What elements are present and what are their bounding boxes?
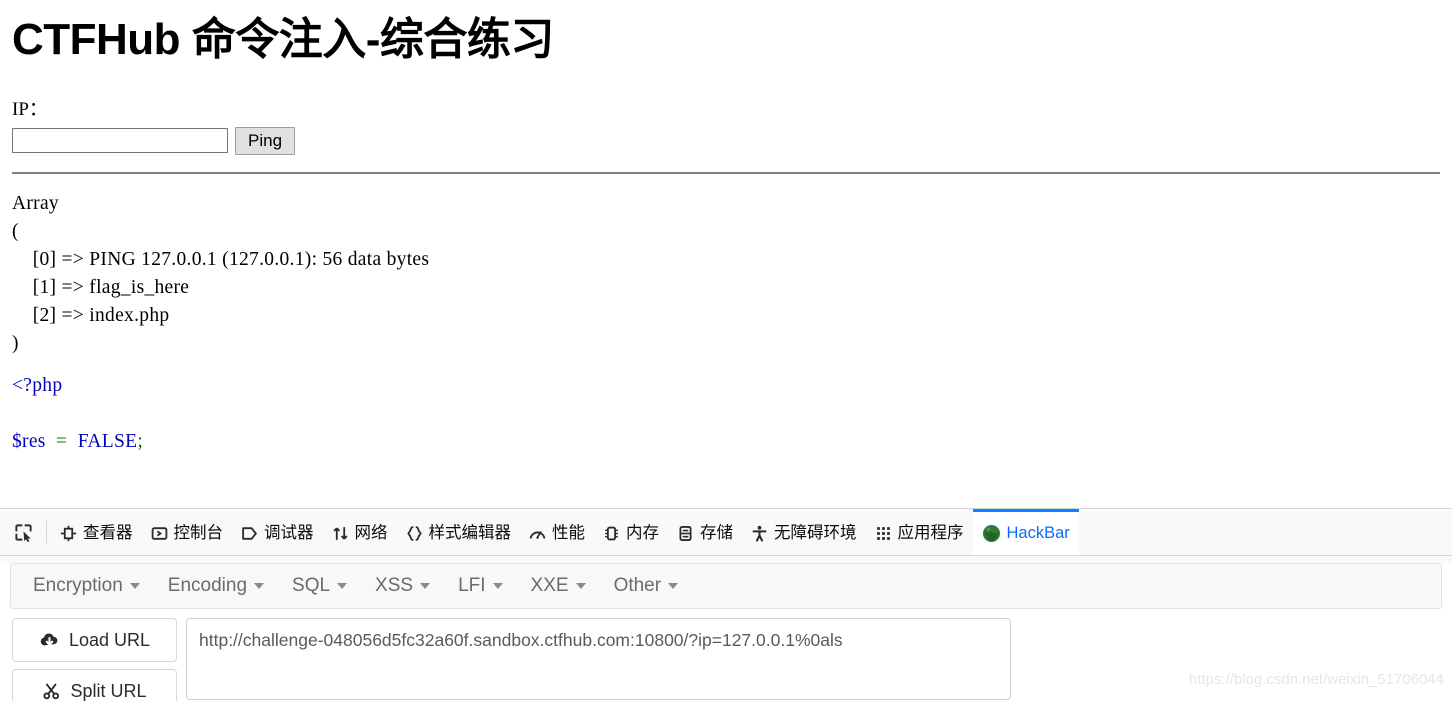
ping-button[interactable]: Ping xyxy=(235,126,296,155)
tab-console[interactable]: 控制台 xyxy=(142,509,233,555)
hackbar-menu-xxe-label: XXE xyxy=(530,575,569,596)
hackbar-panel: Encryption Encoding SQL XSS LFI XXE Othe… xyxy=(0,563,1452,701)
hackbar-menu-sql-label: SQL xyxy=(292,575,331,596)
network-icon xyxy=(332,525,349,542)
page-title: CTFHub 命令注入-综合练习 xyxy=(12,15,554,64)
tab-memory-label: 内存 xyxy=(626,524,659,543)
hackbar-menu-encryption[interactable]: Encryption xyxy=(19,564,154,608)
tab-network-label: 网络 xyxy=(354,524,388,543)
accessibility-icon xyxy=(751,525,768,542)
content-divider xyxy=(12,171,1440,174)
tab-debugger-label: 调试器 xyxy=(264,524,314,543)
chevron-down-icon xyxy=(420,583,431,589)
inspector-icon xyxy=(60,525,77,542)
tab-accessibility-label: 无障碍环境 xyxy=(774,524,857,543)
tab-style-editor-label: 样式编辑器 xyxy=(428,524,512,543)
cloud-download-icon xyxy=(39,632,60,649)
style-editor-icon xyxy=(406,525,423,542)
hackbar-menu-lfi[interactable]: LFI xyxy=(444,564,516,608)
ip-label: IP： xyxy=(12,98,48,120)
chevron-down-icon xyxy=(668,583,679,589)
tab-storage[interactable]: 存储 xyxy=(668,509,742,555)
chevron-down-icon xyxy=(492,583,503,589)
memory-icon xyxy=(603,525,620,542)
php-operator: = xyxy=(56,430,68,452)
toolbar-separator xyxy=(46,521,47,543)
hackbar-menubar: Encryption Encoding SQL XSS LFI XXE Othe… xyxy=(10,563,1442,609)
scissors-icon xyxy=(42,683,61,700)
php-terminator: ; xyxy=(137,430,144,452)
element-picker-button[interactable] xyxy=(4,509,42,555)
tab-accessibility[interactable]: 无障碍环境 xyxy=(742,509,866,555)
application-icon xyxy=(875,525,892,542)
hackbar-menu-xxe[interactable]: XXE xyxy=(517,564,600,608)
chevron-down-icon xyxy=(129,583,140,589)
tab-application-label: 应用程序 xyxy=(897,524,964,543)
page-content: CTFHub 命令注入-综合练习 IP： Ping Array ( [0] =>… xyxy=(0,0,1452,508)
tab-inspector-label: 查看器 xyxy=(83,524,133,543)
hackbar-menu-xss[interactable]: XSS xyxy=(361,564,444,608)
devtools-tabbar: 查看器 控制台 调试器 网络 样式编辑器 性能 内存 存储 无障碍环境 应用程序… xyxy=(0,509,1452,556)
php-source-output: <?php $res = FALSE; xyxy=(12,372,1440,456)
hackbar-globe-icon xyxy=(982,524,1001,543)
chevron-down-icon xyxy=(254,583,265,589)
tab-memory[interactable]: 内存 xyxy=(594,509,668,555)
tab-network[interactable]: 网络 xyxy=(323,509,397,555)
chevron-down-icon xyxy=(337,583,348,589)
tab-style-editor[interactable]: 样式编辑器 xyxy=(397,509,521,555)
hackbar-url-wrap xyxy=(186,618,1011,701)
php-variable: $res xyxy=(12,430,46,452)
hackbar-action-buttons: Load URL Split URL xyxy=(12,618,177,701)
hackbar-menu-encryption-label: Encryption xyxy=(33,575,123,596)
devtools-panel: 查看器 控制台 调试器 网络 样式编辑器 性能 内存 存储 无障碍环境 应用程序… xyxy=(0,508,1452,701)
hackbar-menu-xss-label: XSS xyxy=(375,575,414,596)
tab-application[interactable]: 应用程序 xyxy=(866,509,973,555)
storage-icon xyxy=(677,525,694,542)
console-icon xyxy=(151,525,168,542)
ip-input[interactable] xyxy=(12,128,228,154)
split-url-button[interactable]: Split URL xyxy=(12,669,177,701)
php-value: FALSE xyxy=(77,430,138,452)
hackbar-body: Load URL Split URL xyxy=(12,618,1442,701)
tab-console-label: 控制台 xyxy=(173,524,224,543)
tab-performance[interactable]: 性能 xyxy=(520,509,594,555)
url-input[interactable] xyxy=(186,618,1011,700)
tab-inspector[interactable]: 查看器 xyxy=(51,509,142,555)
tab-hackbar-label: HackBar xyxy=(1006,524,1070,543)
ping-form: Ping xyxy=(12,126,1440,155)
tab-hackbar[interactable]: HackBar xyxy=(972,509,1079,555)
hackbar-menu-encoding[interactable]: Encoding xyxy=(154,564,278,608)
screenshot-root: CTFHub 命令注入-综合练习 IP： Ping Array ( [0] =>… xyxy=(0,0,1452,701)
hackbar-menu-other-label: Other xyxy=(613,575,662,596)
split-url-label: Split URL xyxy=(70,680,147,701)
hackbar-menu-sql[interactable]: SQL xyxy=(278,564,361,608)
hackbar-menu-encoding-label: Encoding xyxy=(167,575,248,596)
performance-icon xyxy=(529,525,546,542)
tab-debugger[interactable]: 调试器 xyxy=(232,509,323,555)
element-picker-icon xyxy=(14,523,33,542)
tab-storage-label: 存储 xyxy=(700,524,733,543)
chevron-down-icon xyxy=(575,583,586,589)
load-url-label: Load URL xyxy=(68,629,151,650)
php-open-tag: <?php xyxy=(12,374,63,396)
tab-performance-label: 性能 xyxy=(552,524,585,543)
ping-output: Array ( [0] => PING 127.0.0.1 (127.0.0.1… xyxy=(12,192,430,354)
hackbar-menu-lfi-label: LFI xyxy=(458,575,486,596)
debugger-icon xyxy=(241,525,258,542)
hackbar-menu-other[interactable]: Other xyxy=(600,564,693,608)
load-url-button[interactable]: Load URL xyxy=(12,618,177,662)
